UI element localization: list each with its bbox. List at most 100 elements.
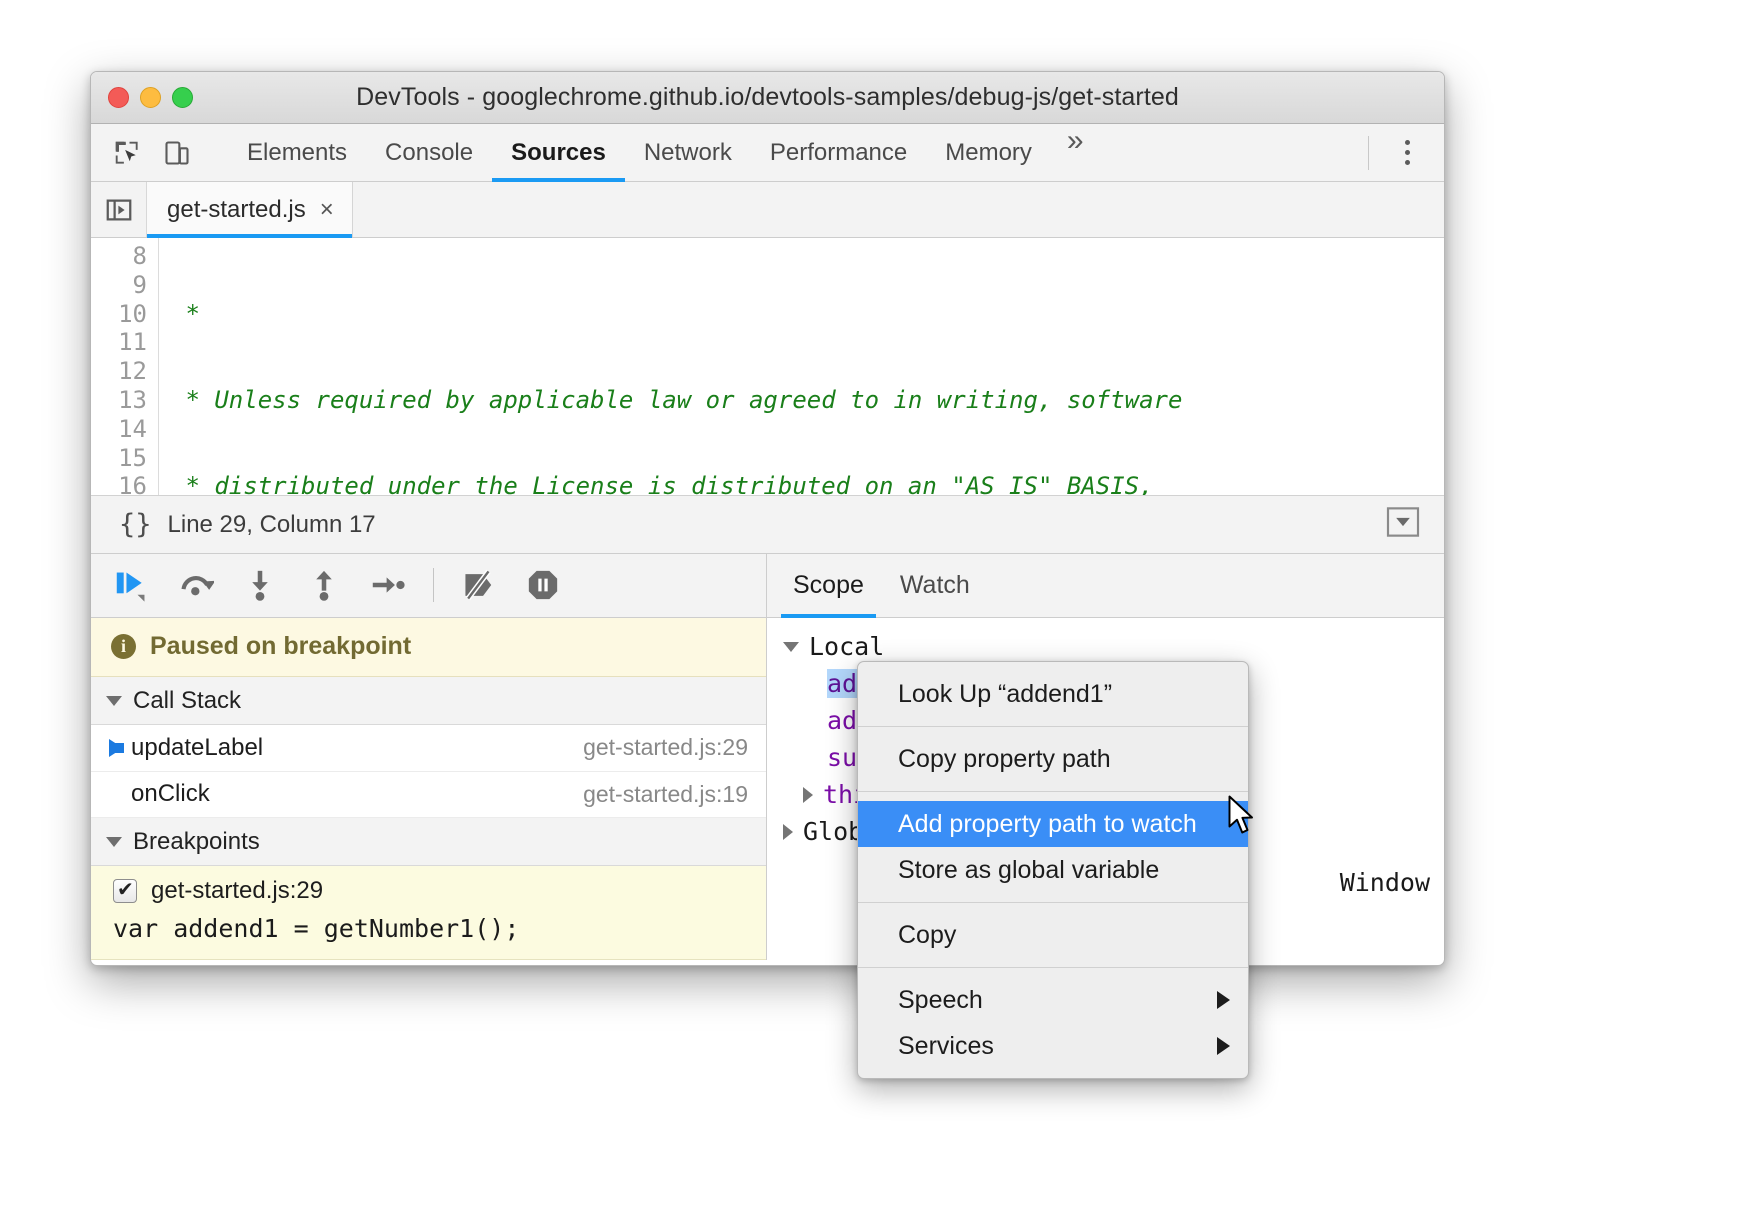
scope-node-local[interactable]: Local (767, 628, 1444, 665)
maximize-window-button[interactable] (172, 87, 193, 108)
tab-label: Memory (945, 139, 1032, 167)
menu-separator (858, 967, 1248, 968)
mouse-pointer (1228, 795, 1258, 842)
step-into-icon[interactable] (233, 560, 287, 610)
editor-status-bar: {} Line 29, Column 17 (91, 496, 1444, 554)
step-icon[interactable] (361, 560, 415, 610)
call-stack-header[interactable]: Call Stack (91, 677, 766, 725)
frame-name: updateLabel (131, 734, 263, 762)
menu-item-copy-property-path[interactable]: Copy property path (858, 736, 1248, 782)
line-number-gutter: 8 9 10 11 12 13 14 15 16 (91, 238, 159, 495)
code-lines: * * Unless required by applicable law or… (159, 238, 1444, 495)
menu-separator (858, 726, 1248, 727)
device-toolbar-icon[interactable] (155, 131, 199, 175)
debug-toolbar-divider (433, 568, 434, 602)
tab-elements[interactable]: Elements (228, 124, 366, 181)
menu-item-speech[interactable]: Speech (858, 977, 1248, 1023)
line-number: 9 (91, 271, 147, 300)
code-line: * Unless required by applicable law or a… (171, 386, 1444, 415)
breakpoints-header[interactable]: Breakpoints (91, 818, 766, 866)
line-number: 16 (91, 472, 147, 496)
line-number: 14 (91, 415, 147, 444)
tab-sources[interactable]: Sources (492, 124, 625, 181)
submenu-arrow-icon (1217, 1037, 1230, 1055)
toolbar-divider-right (1368, 136, 1369, 170)
breakpoint-location: get-started.js:29 (151, 877, 323, 905)
frame-location: get-started.js:19 (583, 781, 748, 808)
breakpoint-source-line: var addend1 = getNumber1(); (91, 914, 766, 943)
breakpoint-checkbox[interactable] (113, 879, 137, 903)
paused-message: Paused on breakpoint (150, 632, 411, 661)
window-title: DevTools - googlechrome.github.io/devtoo… (91, 83, 1444, 112)
file-tab-get-started-js[interactable]: get-started.js × (147, 182, 353, 237)
resume-icon[interactable] (105, 560, 159, 610)
tab-memory[interactable]: Memory (926, 124, 1051, 181)
collapse-drawer-icon[interactable] (1386, 507, 1428, 542)
current-frame-arrow-icon (109, 739, 123, 757)
deactivate-breakpoints-icon[interactable] (452, 560, 506, 610)
menu-item-label: Store as global variable (898, 856, 1159, 885)
line-number: 13 (91, 386, 147, 415)
menu-item-services[interactable]: Services (858, 1023, 1248, 1069)
scope-global-value: Window (1340, 868, 1430, 897)
toolbar-right-group (1354, 124, 1444, 181)
tab-label: Elements (247, 139, 347, 167)
panel-tabs: Elements Console Sources Network Perform… (228, 124, 1100, 181)
menu-item-add-property-path-to-watch[interactable]: Add property path to watch (858, 801, 1248, 847)
breakpoints-title: Breakpoints (133, 828, 260, 856)
line-number: 10 (91, 300, 147, 329)
call-stack-frame-onclick[interactable]: onClick get-started.js:19 (91, 772, 766, 819)
tab-network[interactable]: Network (625, 124, 751, 181)
submenu-arrow-icon (1217, 991, 1230, 1009)
tab-console[interactable]: Console (366, 124, 492, 181)
pause-on-exceptions-icon[interactable] (516, 560, 570, 610)
more-tabs-label: » (1067, 124, 1084, 157)
menu-item-copy[interactable]: Copy (858, 912, 1248, 958)
call-stack-frame-updatelabel[interactable]: updateLabel get-started.js:29 (91, 725, 766, 772)
tab-label: Network (644, 139, 732, 167)
scope-watch-tabs: Scope Watch (767, 554, 1444, 618)
tab-scope[interactable]: Scope (775, 554, 882, 617)
chevron-down-icon (106, 696, 122, 706)
menu-separator (858, 902, 1248, 903)
menu-item-store-as-global-variable[interactable]: Store as global variable (858, 847, 1248, 893)
tab-label: Sources (511, 139, 606, 167)
tab-watch[interactable]: Watch (882, 554, 988, 617)
menu-item-label: Speech (898, 986, 983, 1015)
chevron-right-icon (803, 787, 813, 803)
minimize-window-button[interactable] (140, 87, 161, 108)
file-tab-strip: get-started.js × (91, 182, 1444, 238)
code-editor[interactable]: 8 9 10 11 12 13 14 15 16 * * Unless requ… (91, 238, 1444, 496)
menu-item-label: Copy (898, 921, 956, 950)
show-navigator-icon[interactable] (91, 182, 147, 237)
step-out-icon[interactable] (297, 560, 351, 610)
menu-item-label: Services (898, 1032, 994, 1061)
kebab-menu-icon[interactable] (1387, 140, 1428, 165)
chevron-down-icon (106, 837, 122, 847)
line-number: 8 (91, 242, 147, 271)
frame-name: onClick (131, 780, 210, 808)
step-over-icon[interactable] (169, 560, 223, 610)
tab-label: Scope (793, 571, 864, 600)
close-window-button[interactable] (108, 87, 129, 108)
close-icon[interactable]: × (320, 198, 334, 222)
menu-item-look-up[interactable]: Look Up “addend1” (858, 671, 1248, 717)
tab-label: Watch (900, 571, 970, 600)
frame-location: get-started.js:29 (583, 734, 748, 761)
inspect-element-icon[interactable] (105, 131, 149, 175)
toolbar-icon-group (91, 124, 228, 181)
code-token: * Unless required by applicable law or a… (171, 386, 1182, 414)
paused-banner: i Paused on breakpoint (91, 618, 766, 678)
code-token: * distributed under the License is distr… (171, 472, 1154, 495)
format-code-icon[interactable]: {} (107, 509, 168, 540)
breakpoint-item[interactable]: get-started.js:29 var addend1 = getNumbe… (91, 866, 766, 960)
line-number: 12 (91, 357, 147, 386)
tab-label: Console (385, 139, 473, 167)
window-titlebar: DevTools - googlechrome.github.io/devtoo… (91, 72, 1444, 124)
code-line: * distributed under the License is distr… (171, 472, 1444, 495)
line-number: 15 (91, 444, 147, 473)
tab-label: Performance (770, 139, 907, 167)
menu-separator (858, 791, 1248, 792)
tab-performance[interactable]: Performance (751, 124, 926, 181)
more-tabs-icon[interactable]: » (1051, 124, 1100, 181)
